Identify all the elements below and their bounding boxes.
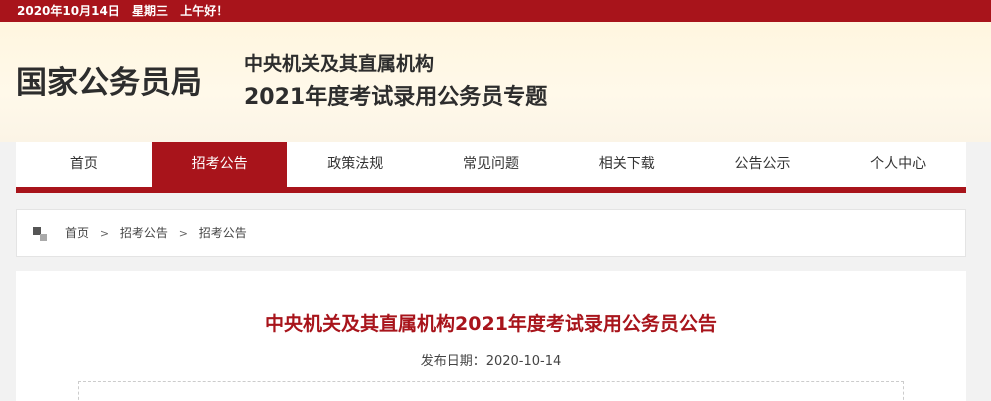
nav-item-faq[interactable]: 常见问题 (423, 142, 559, 187)
breadcrumb-trail: 首页 > 招考公告 > 招考公告 (65, 210, 247, 257)
nav-item-policy[interactable]: 政策法规 (287, 142, 423, 187)
breadcrumb-current[interactable]: 招考公告 (199, 226, 247, 240)
nav-item-personal[interactable]: 个人中心 (830, 142, 966, 187)
breadcrumb-separator: > (99, 227, 110, 240)
breadcrumb-link-recruitment[interactable]: 招考公告 (120, 226, 168, 240)
nav-item-notices[interactable]: 公告公示 (695, 142, 831, 187)
greeting: 上午好！ (180, 4, 229, 18)
breadcrumb: 首页 > 招考公告 > 招考公告 (16, 209, 966, 257)
location-squares-icon (33, 227, 47, 241)
nav-item-downloads[interactable]: 相关下载 (559, 142, 695, 187)
current-weekday: 星期三 (132, 4, 169, 18)
main-nav: 首页 招考公告 政策法规 常见问题 相关下载 公告公示 个人中心 (16, 142, 966, 187)
current-date: 2020年10月14日 (17, 4, 120, 18)
article-body-frame (78, 381, 904, 401)
top-date-bar: 2020年10月14日 星期三 上午好！ (0, 0, 991, 22)
article-publish-date: 发布日期：2020-10-14 (420, 354, 562, 369)
article-title: 中央机关及其直属机构2021年度考试录用公务员公告 (265, 313, 717, 335)
article-panel: 中央机关及其直属机构2021年度考试录用公务员公告 发布日期：2020-10-1… (16, 271, 966, 401)
header-subtitle-org: 中央机关及其直属机构 (244, 53, 435, 75)
nav-bottom-border (16, 187, 966, 193)
breadcrumb-separator: > (178, 227, 188, 240)
header-subtitle-topic: 2021年度考试录用公务员专题 (244, 85, 548, 110)
site-logo[interactable]: 国家公务员局 (16, 63, 202, 103)
nav-item-recruitment[interactable]: 招考公告 (151, 142, 288, 187)
nav-item-home[interactable]: 首页 (16, 142, 152, 187)
breadcrumb-link-home[interactable]: 首页 (65, 226, 89, 240)
